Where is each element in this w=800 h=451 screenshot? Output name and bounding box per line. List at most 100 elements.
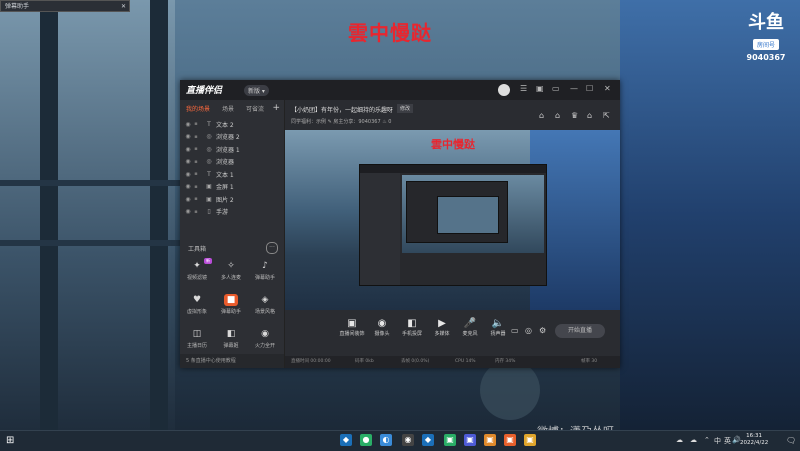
lock-icon[interactable]: ⌂ [587,111,592,120]
windows-start-icon[interactable]: ⊞ [6,435,14,446]
gear-icon[interactable]: ⚙ [539,326,546,335]
source-item[interactable]: ◉ ▪ ◎ 浏览器 1 [180,143,284,156]
microphone-icon: 🎤 [463,318,477,329]
window-icon[interactable]: ▭ [552,84,560,93]
more-icon[interactable]: ··· [266,242,278,254]
eye-icon[interactable]: ◉ [184,183,192,190]
taskbar-app-steam2-icon[interactable]: ◆ [422,434,434,446]
source-item[interactable]: ◉ ▪ ◎ 浏览器 [180,156,284,169]
tray-expand-icon[interactable]: ⌃ [704,436,710,444]
source-item[interactable]: ◉ ▪ ◎ 浏览器 2 [180,131,284,144]
cloud-sync-icon[interactable]: ☁ [690,436,697,444]
tool-scene-style[interactable]: ◈ 场景风格 [248,294,282,315]
media-button[interactable]: ▶ 多媒体 [427,318,457,337]
crown-icon[interactable]: ♛ [571,111,578,120]
notification-icon[interactable]: 🗨 [786,436,796,445]
taskbar-app-obs-icon[interactable]: ◉ [402,434,414,446]
taskbar-app-steam-icon[interactable]: ◆ [340,434,352,446]
taskbar-app-yellow-icon[interactable]: ▣ [524,434,536,446]
lock-icon[interactable]: ▪ [192,196,200,202]
eye-icon[interactable]: ◉ [184,158,192,165]
close-icon[interactable]: ✕ [604,84,611,93]
tab-my-scenes[interactable]: 我的场景 [180,100,216,116]
taskbar-app-blue-icon[interactable]: ▣ [464,434,476,446]
tool-danmaku-highlight[interactable]: ■ 弹幕助手 [214,294,248,315]
taskbar-app-livehelper-icon[interactable]: ▣ [504,434,516,446]
layout-icon[interactable]: ▣ [536,84,544,93]
home-icon[interactable]: ⌂ [539,111,544,120]
sidebar: 我的场景 场景 可省流 + ◉ ▪ T 文本 2 ◉ ▪ ◎ 浏览器 2 ◉ ▪ ◎ 浏览器 1 … [180,100,285,368]
eye-icon[interactable]: ◉ [184,208,192,215]
taskbar-app-wechat-icon[interactable]: ● [360,434,372,446]
lock-icon[interactable]: ▪ [192,171,200,177]
maximize-icon[interactable]: ☐ [586,84,593,93]
edit-title-button[interactable]: 修改 [397,104,414,113]
source-item[interactable]: ◉ ▪ T 文本 2 [180,118,284,131]
avatar[interactable] [498,84,510,96]
system-clock[interactable]: 16:31 2022/4/22 [740,433,768,447]
minimize-icon[interactable]: — [570,84,578,93]
tool-danmaku-girl[interactable]: ◧ 弹幕姬 [214,328,248,349]
tool-video-filter[interactable]: ✦ 新视频滤镜 [180,258,214,281]
lock-icon[interactable]: ▪ [192,184,200,190]
lock-icon[interactable]: ▪ [192,134,200,140]
taskbar-app-orange-icon[interactable]: ▣ [484,434,496,446]
source-name: 文本 2 [216,121,234,129]
room-decor-button[interactable]: ▣ 直播间装饰 [337,318,367,337]
button-label: 多媒体 [434,331,450,337]
tutorial-link[interactable]: 5 条直播中心使用教程 [180,354,284,368]
button-label: 手机投屏 [401,331,422,337]
eye-icon[interactable]: ◉ [184,121,192,128]
tool-label: 场景风格 [254,309,275,315]
tool-danmaku-assistant[interactable]: ♪ 弹幕助手 [248,260,282,281]
wallpaper-figure [480,360,540,420]
share-icon[interactable]: ⇱ [603,111,610,120]
lock-icon[interactable]: ▪ [192,209,200,215]
tool-virtual-avatar[interactable]: ♥ 虚拟形象 [180,294,214,315]
add-source-icon[interactable]: + [272,103,280,113]
ime-icon[interactable]: 中 [714,436,721,446]
source-item[interactable]: ◉ ▪ ▯ 手游 [180,206,284,219]
microphone-button[interactable]: 🎤 麦克风 [455,318,485,337]
gift-icon[interactable]: ⌂ [555,111,560,120]
taskbar-app-edge-icon[interactable]: ◐ [380,434,392,446]
phone-icon: ◧ [407,318,417,329]
tab-scenes[interactable]: 场景 [216,100,240,116]
tab-bandwidth[interactable]: 可省流 [240,100,270,116]
button-label: 麦克风 [462,331,478,337]
menu-icon[interactable]: ☰ [520,84,527,93]
eye-icon[interactable]: ◉ [184,171,192,178]
danmaku-assistant-tag[interactable]: 弹幕助手 ✕ [0,0,130,12]
tool-full-fire[interactable]: ◉ 火力全开 [248,328,282,349]
source-item[interactable]: ◉ ▪ T 文本 1 [180,168,284,181]
stream-preview[interactable]: 雲中慢跶 [285,130,620,310]
version-chip[interactable]: 新版 ▾ [244,85,269,96]
eye-icon[interactable]: ◉ [184,196,192,203]
source-item[interactable]: ◉ ▪ ▣ 图片 2 [180,193,284,206]
eye-icon[interactable]: ◎ [525,326,532,335]
source-item[interactable]: ◉ ▪ ▣ 金屏 1 [180,181,284,194]
camera-button[interactable]: ◉ 摄像头 [367,318,397,337]
bottom-toolbar: ▣ 直播间装饰 ◉ 摄像头 ◧ 手机投屏 ▶ 多媒体 🎤 麦克风 🔈 扬声器 ▭ ◎ ⚙ 开… [285,310,620,356]
eye-icon[interactable]: ◉ [184,133,192,140]
eye-icon[interactable]: ◉ [184,146,192,153]
source-type-icon: T [207,170,211,178]
speaker-button[interactable]: 🔈 扬声器 [483,318,513,337]
tool-streamer-calendar[interactable]: ◫ 主播日历 [180,328,214,349]
lock-icon[interactable]: ▪ [192,159,200,165]
new-badge: 新 [204,258,212,264]
language-icon[interactable]: 英 [724,436,731,446]
title-bar[interactable]: 直播伴侣 新版 ▾ ☰ ▣ ▭ — ☐ ✕ [180,80,620,100]
lock-icon[interactable]: ▪ [192,146,200,152]
close-icon[interactable]: ✕ [121,1,126,13]
record-icon[interactable]: ▭ [511,326,519,335]
cloud-icon[interactable]: ☁ [676,436,683,444]
start-live-button[interactable]: 开始直播 [555,324,605,338]
tool-multi-mic[interactable]: ✧ 多人连麦 [214,260,248,281]
taskbar-app-green-icon[interactable]: ▣ [444,434,456,446]
lock-icon[interactable]: ▪ [192,121,200,127]
phone-cast-button[interactable]: ◧ 手机投屏 [397,318,427,337]
room-header: 【小奶团】有年份，一起细持的乐趣呀 修改 同学福利：示例 ✎ 房主分享：9040… [285,100,620,130]
nested-window-3 [437,196,499,234]
stream-overlay-title: 雲中慢跶 [348,21,432,45]
